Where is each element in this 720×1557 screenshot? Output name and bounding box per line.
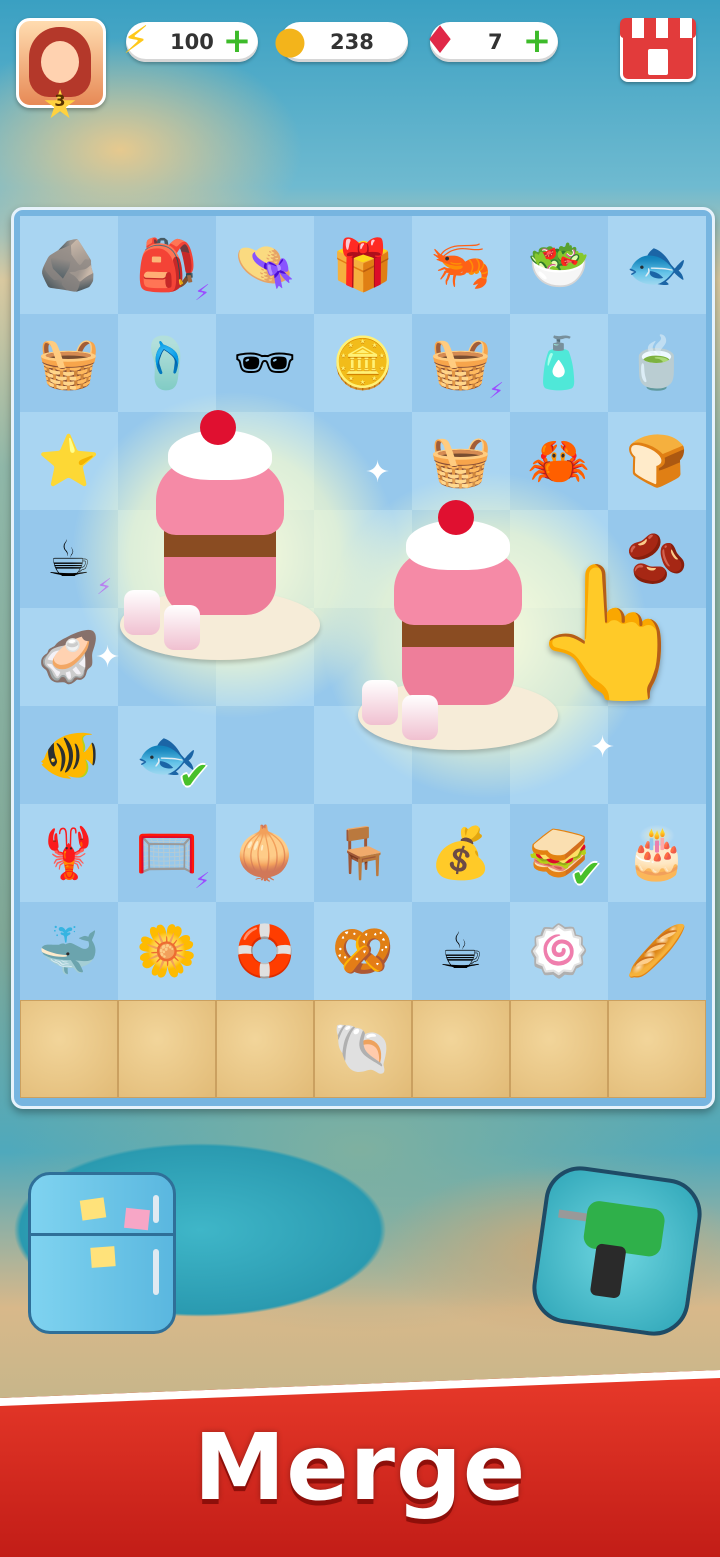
board-item-straw-hat[interactable]: 👒: [216, 216, 314, 314]
board-item-beach-chair[interactable]: 🪑: [314, 804, 412, 902]
avatar-face: [41, 41, 79, 83]
shop-stall-icon: [648, 49, 668, 75]
marshmallow: [402, 695, 438, 740]
board-item-onion[interactable]: 🧅: [216, 804, 314, 902]
sparkle-icon: ✦: [365, 455, 391, 490]
sticky-note: [90, 1246, 116, 1268]
fridge-button[interactable]: [28, 1172, 176, 1334]
player-level: 3: [54, 91, 66, 110]
board-cell-sand[interactable]: [216, 1000, 314, 1098]
ruby-gem-icon: ♦: [422, 18, 458, 62]
fridge-handle: [153, 1195, 159, 1223]
marshmallow: [124, 590, 160, 635]
board-item-picnic-basket[interactable]: 🧺 ⚡: [412, 314, 510, 412]
board-item-bread-loaf[interactable]: 🥖: [608, 902, 706, 1000]
bolt-icon: ⚡: [488, 379, 504, 404]
pointing-hand-icon: 👆: [529, 556, 691, 708]
fridge-handle: [153, 1249, 159, 1295]
sticky-note: [124, 1207, 150, 1231]
board-item-sandwich[interactable]: 🥪 ✔: [510, 804, 608, 902]
board-item-shrimp-salad[interactable]: 🥗: [510, 216, 608, 314]
board-item-iced-tea[interactable]: 🍵: [608, 314, 706, 412]
add-gems-button[interactable]: +: [522, 24, 552, 58]
board-item-swiss-roll[interactable]: 🍥: [510, 902, 608, 1000]
board-item-sunscreen[interactable]: 🧴: [510, 314, 608, 412]
board-item-seashell[interactable]: 🐚: [314, 1000, 412, 1098]
board-cell-sand[interactable]: [412, 1000, 510, 1098]
board-item-toast[interactable]: 🍞: [608, 412, 706, 510]
coin-icon: ●: [273, 18, 307, 62]
drill-tool-button[interactable]: [527, 1161, 707, 1341]
shop-button[interactable]: [620, 18, 696, 82]
board-item-fishing-net[interactable]: 🥅 ⚡: [118, 804, 216, 902]
add-energy-button[interactable]: +: [222, 24, 252, 58]
ice-cream-sundae-item[interactable]: [120, 410, 320, 660]
shop-awning: [620, 18, 696, 38]
board-item-swim-ring[interactable]: 🛟: [216, 902, 314, 1000]
drill-bit: [558, 1209, 589, 1222]
check-icon: ✔: [178, 754, 210, 798]
check-icon: ✔: [570, 852, 602, 896]
sparkle-icon: ✦: [95, 640, 121, 675]
banner-title: Merge: [193, 1414, 527, 1521]
board-item-shrimp-clam[interactable]: 🦐: [412, 216, 510, 314]
bolt-icon: ⚡: [194, 869, 210, 894]
board-cell-empty[interactable]: [216, 706, 314, 804]
board-cell-sand[interactable]: [20, 1000, 118, 1098]
board-item-coffee-cup[interactable]: ☕: [412, 902, 510, 1000]
cherry-icon: [438, 500, 474, 535]
board-cell-sand[interactable]: [118, 1000, 216, 1098]
coin-value: 238: [330, 30, 374, 54]
drill-grip: [589, 1243, 627, 1299]
board-item-layer-cake[interactable]: 🎂: [608, 804, 706, 902]
marshmallow: [164, 605, 200, 650]
sticky-note: [79, 1197, 107, 1221]
gem-counter[interactable]: ♦ 7 +: [423, 18, 558, 62]
board-item-seaweed-rocks[interactable]: 🪨: [20, 216, 118, 314]
fridge-divider: [31, 1233, 173, 1236]
bolt-icon: ⚡: [194, 281, 210, 306]
board-item-coin[interactable]: 🪙: [314, 314, 412, 412]
banner-edge: [0, 1370, 720, 1406]
sparkle-icon: ✦: [590, 730, 616, 765]
player-avatar[interactable]: ★ 3: [16, 18, 106, 125]
board-item-flower-pot[interactable]: 🌼: [118, 902, 216, 1000]
board-item-fishing-lure[interactable]: 🐟: [608, 216, 706, 314]
board-cell-sand[interactable]: [510, 1000, 608, 1098]
board-item-beach-bag[interactable]: 🎒 ⚡: [118, 216, 216, 314]
board-item-lobster-plate[interactable]: 🦞: [20, 804, 118, 902]
marshmallow: [362, 680, 398, 725]
gem-value: 7: [488, 30, 503, 54]
top-hud: ★ 3 ⚡ 100 + ● 238 ♦ 7 +: [0, 18, 720, 125]
board-item-fish-toy-starfish[interactable]: 🐳: [20, 902, 118, 1000]
board-cell-sand[interactable]: [608, 1000, 706, 1098]
coin-counter[interactable]: ● 238: [273, 18, 408, 62]
board-item-coin-pile[interactable]: 💰: [412, 804, 510, 902]
board-item-gift-box-fish[interactable]: 🎁: [314, 216, 412, 314]
energy-value: 100: [170, 30, 214, 54]
board-item-fish[interactable]: 🐟 ✔: [118, 706, 216, 804]
lightning-icon: ⚡: [122, 18, 150, 62]
board-item-shell-basket[interactable]: 🧺: [20, 314, 118, 412]
board-item-fish-tank[interactable]: 🐠: [20, 706, 118, 804]
board-item-pretzel-box[interactable]: 🥨: [314, 902, 412, 1000]
cherry-icon: [200, 410, 236, 445]
energy-counter[interactable]: ⚡ 100 +: [123, 18, 258, 62]
